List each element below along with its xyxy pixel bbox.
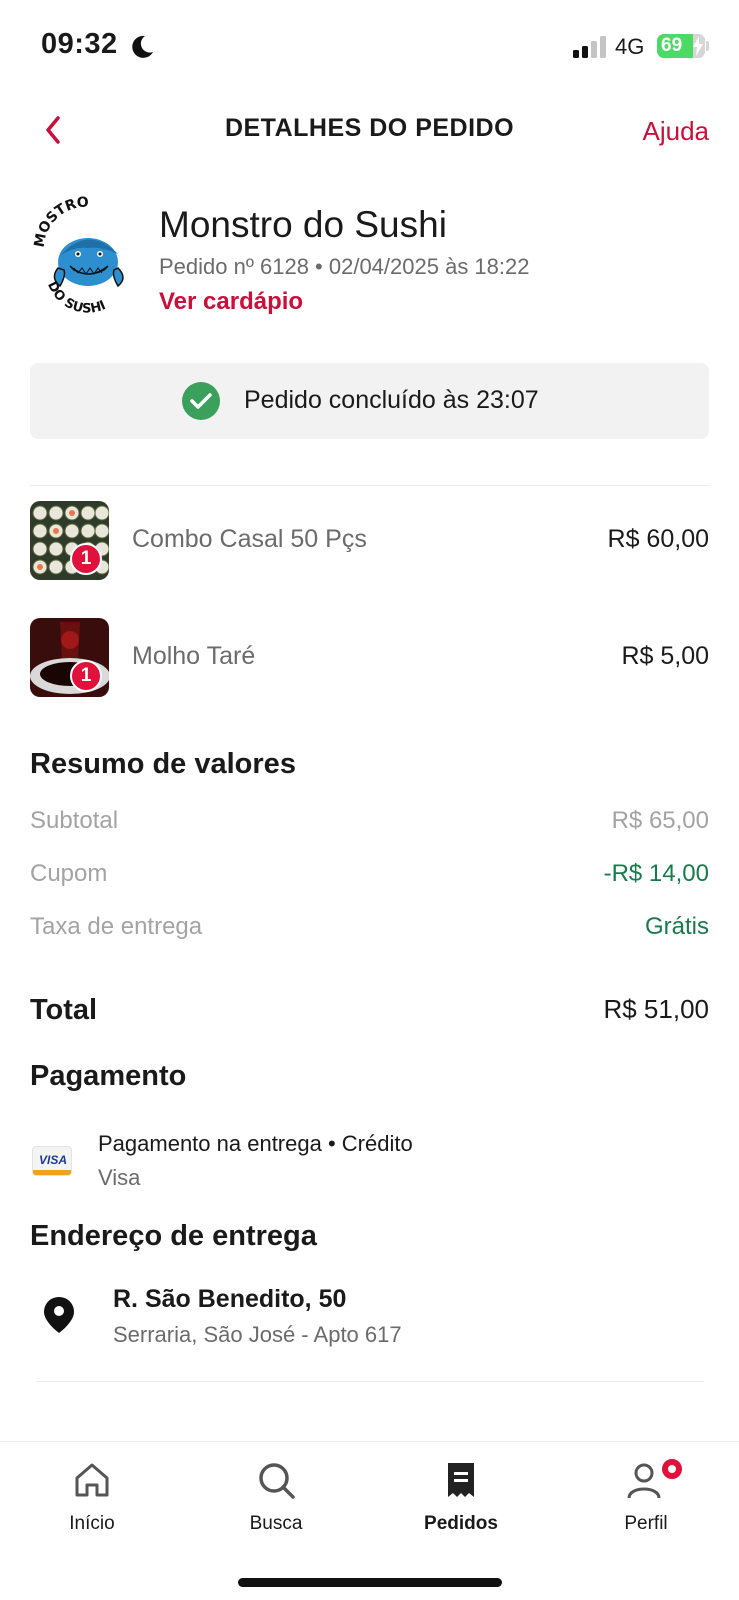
summary-title: Resumo de valores xyxy=(30,748,296,780)
view-menu-link[interactable]: Ver cardápio xyxy=(159,288,303,316)
nav-orders[interactable]: Pedidos xyxy=(401,1460,521,1550)
divider xyxy=(30,485,709,486)
check-circle-icon xyxy=(182,382,220,420)
order-item[interactable]: 1 Combo Casal 50 Pçs R$ 60,00 xyxy=(30,501,709,581)
address-title: Endereço de entrega xyxy=(30,1220,317,1252)
status-bar: 09:32 4G 69 xyxy=(0,0,739,95)
header: DETALHES DO PEDIDO Ajuda xyxy=(0,100,739,164)
delivery-fee-value: Grátis xyxy=(644,913,709,940)
moon-icon xyxy=(132,35,153,58)
subtotal-label: Subtotal xyxy=(30,807,119,834)
orders-receipt-icon xyxy=(448,1463,474,1497)
battery-icon: 69 xyxy=(657,34,705,58)
nav-profile-label: Perfil xyxy=(624,1513,668,1534)
logo-text-bottom: DO SUSHI xyxy=(44,279,108,316)
subtotal-value: R$ 65,00 xyxy=(611,807,709,834)
address-street: R. São Benedito, 50 xyxy=(113,1285,347,1313)
item-name: Molho Taré xyxy=(132,642,256,670)
coupon-row: Cupom -R$ 14,00 xyxy=(30,860,709,894)
help-link[interactable]: Ajuda xyxy=(643,116,710,147)
battery-nub xyxy=(706,41,709,51)
network-label: 4G xyxy=(615,34,645,59)
charging-bolt-icon xyxy=(693,36,703,56)
status-time: 09:32 xyxy=(41,28,118,60)
page-title: DETALHES DO PEDIDO xyxy=(224,114,515,142)
subtotal-row: Subtotal R$ 65,00 xyxy=(30,807,709,841)
payment-method: Pagamento na entrega • Crédito xyxy=(98,1131,413,1156)
total-label: Total xyxy=(30,994,98,1026)
payment-brand: Visa xyxy=(98,1165,141,1190)
quantity-badge: 1 xyxy=(70,660,102,692)
delivery-fee-row: Taxa de entrega Grátis xyxy=(30,913,709,947)
address-details: Serraria, São José - Apto 617 xyxy=(113,1322,402,1347)
total-value: R$ 51,00 xyxy=(603,994,709,1024)
nav-home[interactable]: Início xyxy=(32,1460,152,1550)
nav-orders-label: Pedidos xyxy=(424,1513,498,1534)
order-item[interactable]: 1 Molho Taré R$ 5,00 xyxy=(30,618,709,698)
order-status-text: Pedido concluído às 23:07 xyxy=(244,386,539,414)
divider xyxy=(36,1381,703,1382)
item-name: Combo Casal 50 Pçs xyxy=(132,525,367,553)
item-price: R$ 5,00 xyxy=(621,642,709,670)
battery-percent: 69 xyxy=(661,35,683,56)
bottom-nav: Início Busca Pedidos Perfil xyxy=(0,1441,739,1600)
search-icon xyxy=(259,1463,295,1499)
coupon-label: Cupom xyxy=(30,860,108,887)
nav-profile[interactable]: Perfil xyxy=(586,1456,706,1550)
quantity-badge: 1 xyxy=(70,543,102,575)
notification-dot xyxy=(659,1456,685,1482)
home-indicator[interactable] xyxy=(238,1578,502,1587)
restaurant-name[interactable]: Monstro do Sushi xyxy=(159,204,447,246)
delivery-fee-label: Taxa de entrega xyxy=(30,913,203,940)
signal-icon xyxy=(573,36,606,58)
order-meta: Pedido nº 6128 • 02/04/2025 às 18:22 xyxy=(159,254,530,279)
svg-text:DO SUSHI: DO SUSHI xyxy=(44,279,108,316)
nav-search-label: Busca xyxy=(249,1513,303,1534)
location-pin-icon xyxy=(44,1297,74,1333)
coupon-value: -R$ 14,00 xyxy=(603,860,709,887)
restaurant-logo[interactable]: MOSTRO DO SUSHI xyxy=(30,196,140,321)
nav-home-label: Início xyxy=(69,1513,115,1534)
visa-card-icon: VISA xyxy=(32,1146,72,1176)
order-status-card: Pedido concluído às 23:07 xyxy=(30,363,709,439)
payment-title: Pagamento xyxy=(30,1060,187,1092)
nav-search[interactable]: Busca xyxy=(216,1460,336,1550)
item-price: R$ 60,00 xyxy=(607,525,709,553)
home-icon xyxy=(75,1463,109,1497)
visa-logo-text: VISA xyxy=(38,1153,67,1167)
